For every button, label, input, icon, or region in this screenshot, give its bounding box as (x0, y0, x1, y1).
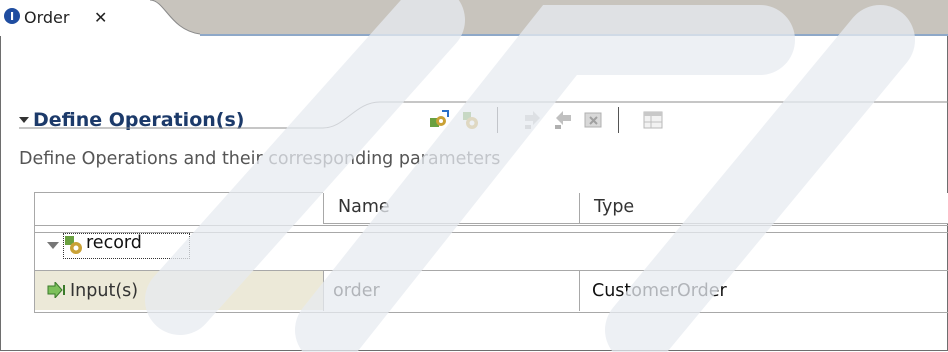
operation-label[interactable]: record (86, 228, 142, 258)
column-divider (323, 271, 324, 311)
section-description: Define Operations and their correspondin… (19, 149, 501, 169)
section-toolbar (428, 107, 828, 133)
table-header-border (34, 225, 948, 226)
column-divider (579, 271, 580, 311)
toolbar-separator (618, 107, 619, 133)
toolbar-separator (497, 107, 498, 133)
column-header-name[interactable]: Name (323, 193, 579, 224)
input-arrow-icon (47, 280, 67, 300)
add-input-icon[interactable] (522, 109, 544, 131)
add-output-icon[interactable] (552, 109, 574, 131)
table-top-border (34, 192, 323, 193)
add-operation-alt-icon[interactable] (460, 109, 482, 131)
input-name-cell[interactable]: order (333, 276, 380, 306)
column-header-type[interactable]: Type (579, 193, 948, 224)
record-expand-twisty[interactable] (47, 242, 59, 249)
table-properties-icon[interactable] (642, 109, 664, 131)
add-operation-icon[interactable] (428, 109, 450, 131)
input-row-label: Input(s) (70, 281, 139, 301)
remove-icon[interactable] (582, 109, 604, 131)
input-type-cell[interactable]: CustomerOrder (592, 276, 727, 306)
